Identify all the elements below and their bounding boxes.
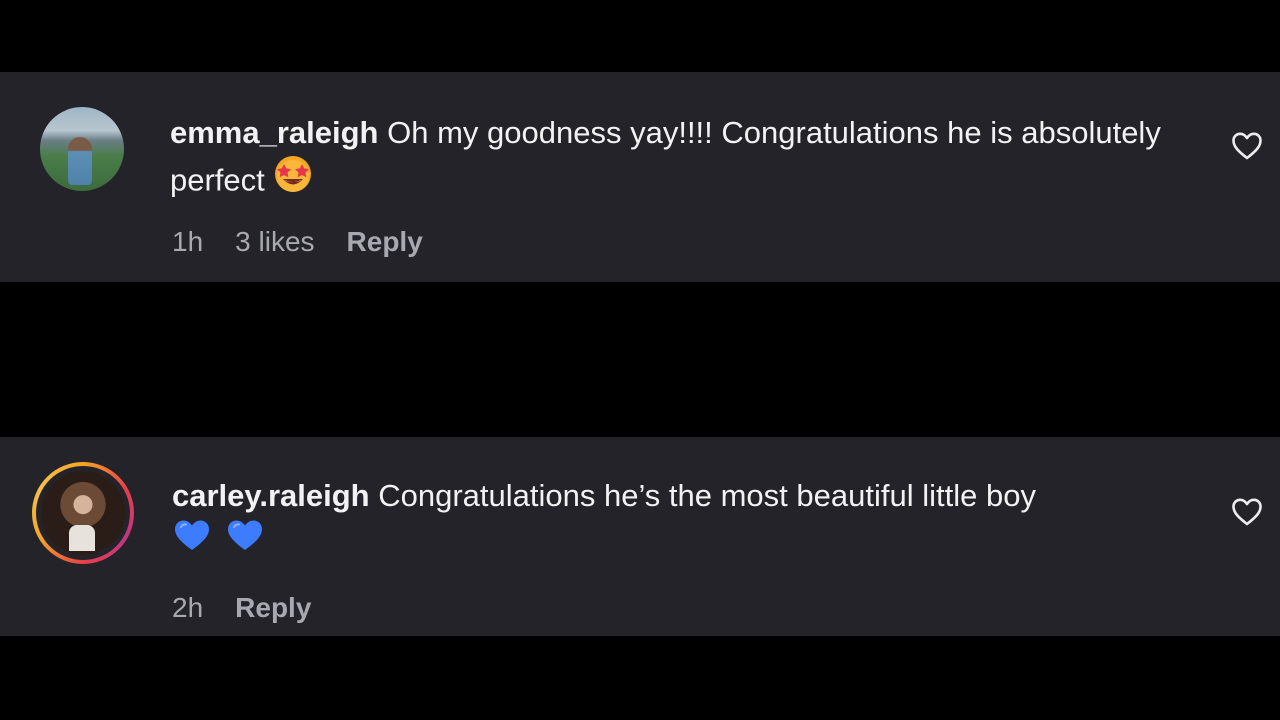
avatar-story-ring[interactable] [32,462,134,564]
like-heart-icon[interactable] [1230,129,1264,163]
comment-time: 2h [172,592,204,623]
reply-button[interactable]: Reply [235,592,311,624]
avatar[interactable] [40,107,124,191]
reply-button[interactable]: Reply [347,226,423,258]
comment-likes[interactable]: 3 likes [235,226,314,258]
comment-meta: 1h 3 likes Reply [172,226,423,258]
blue-heart-emoji [172,517,212,566]
like-heart-icon[interactable] [1230,495,1264,529]
comment-time: 1h [172,226,204,257]
comment-username[interactable]: emma_raleigh [170,115,379,150]
comment-emma-raleigh: emma_raleigh Oh my goodness yay!!!! Cong… [0,72,1280,282]
comment-carley-raleigh: carley.raleigh Congratulations he’s the … [0,437,1280,636]
comment-username[interactable]: carley.raleigh [172,478,370,513]
comment-text: Congratulations he’s the most beautiful … [378,478,1036,513]
avatar-photo [40,107,124,191]
star-struck-emoji [273,154,313,207]
blue-heart-emoji [225,517,265,566]
comment-body: carley.raleigh Congratulations he’s the … [172,473,1202,568]
comment-body: emma_raleigh Oh my goodness yay!!!! Cong… [170,110,1170,209]
avatar-photo [41,471,125,555]
comment-meta: 2h Reply [172,592,311,624]
